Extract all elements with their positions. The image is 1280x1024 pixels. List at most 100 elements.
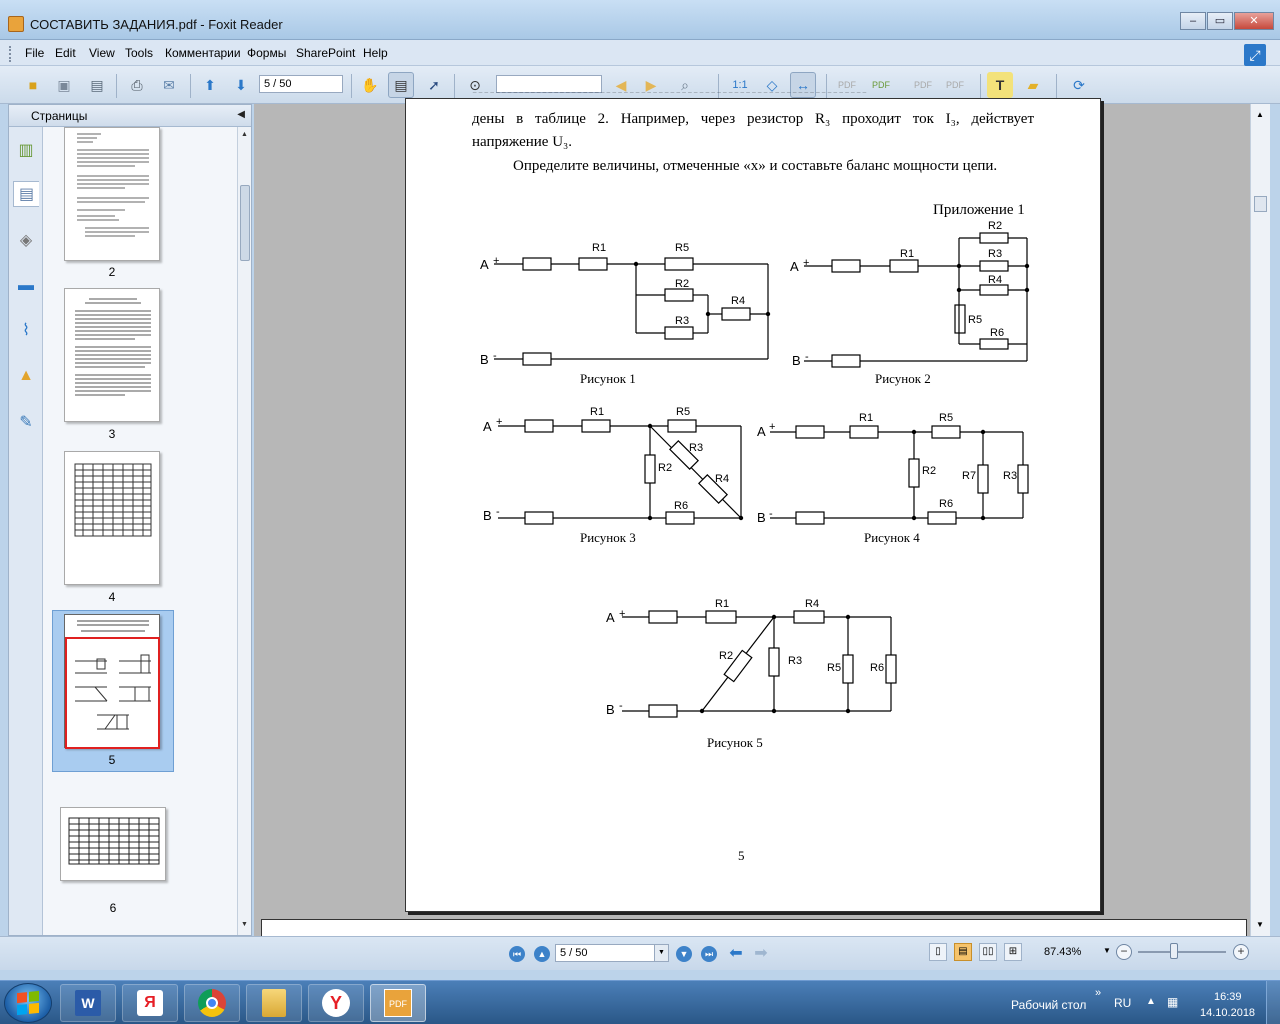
search-input[interactable] — [496, 75, 602, 93]
scroll-down-icon[interactable]: ▼ — [241, 921, 248, 928]
attachments-tab-icon[interactable]: ⌇ — [13, 317, 39, 343]
fig5-r4-label: R4 — [805, 598, 819, 610]
fig4-r3-label: R3 — [1003, 470, 1017, 482]
tray-expand-icon[interactable]: ▲ — [1146, 996, 1156, 1007]
facing-view-icon[interactable]: ▯▯ — [979, 943, 997, 961]
clock-date[interactable]: 14.10.2018 — [1200, 1007, 1255, 1019]
thumbnail-page-4[interactable] — [64, 451, 160, 585]
thumbnail-page-6[interactable] — [60, 807, 166, 881]
fig4-r5-label: R5 — [939, 412, 953, 424]
zoom-out-icon[interactable]: − — [1116, 944, 1132, 960]
windows-taskbar: W Я Y PDF Рабочий стол » RU ▲ ▦ 16:39 14… — [0, 980, 1280, 1024]
hand-tool-icon[interactable]: ✋ — [357, 72, 383, 98]
taskbar-foxit-reader[interactable]: PDF — [370, 984, 426, 1022]
menu-sharepoint[interactable]: SharePoint — [296, 46, 355, 60]
fig4-r6-label: R6 — [939, 498, 953, 510]
thumbnail-page-4-content — [74, 463, 152, 537]
fig5-r5-label: R5 — [827, 662, 841, 674]
collapse-sidebar-icon[interactable]: ◀ — [237, 109, 245, 120]
fig1-plus: + — [493, 255, 499, 267]
doc-scroll-down-icon[interactable]: ▼ — [1256, 920, 1264, 929]
status-page-input[interactable]: 5 / 50 ▼ — [555, 944, 669, 962]
status-prev-page-icon[interactable]: ▲ — [534, 946, 550, 962]
email-icon[interactable]: ✉ — [156, 72, 182, 98]
minimize-button[interactable]: – — [1180, 12, 1206, 30]
pages-tab-icon[interactable]: ▤ — [13, 181, 39, 207]
doc-scroll-thumb[interactable] — [1254, 196, 1267, 212]
show-desktop-button[interactable] — [1266, 981, 1280, 1024]
menu-view[interactable]: View — [89, 46, 115, 60]
taskbar-chrome[interactable] — [184, 984, 240, 1022]
taskbar-yandex-browser[interactable]: Я — [122, 984, 178, 1022]
desktop-label[interactable]: Рабочий стол — [1011, 998, 1086, 1012]
menu-forms[interactable]: Формы — [247, 46, 286, 60]
clock-time[interactable]: 16:39 — [1214, 991, 1242, 1003]
close-button[interactable]: ✕ — [1234, 12, 1274, 30]
figure-3-caption: Рисунок 3 — [580, 530, 636, 545]
fullscreen-expand-icon[interactable]: ⤢ — [1244, 44, 1266, 66]
thumbnail-page-5[interactable] — [64, 614, 160, 749]
fig5-terminal-b: B — [606, 702, 615, 717]
zoom-slider-track[interactable] — [1138, 951, 1226, 953]
save-as-icon[interactable]: ▤ — [84, 72, 110, 98]
go-back-icon[interactable]: ⬅ — [728, 946, 744, 962]
sidebar-scroll-thumb[interactable] — [240, 185, 250, 261]
fig2-minus: - — [805, 351, 809, 363]
windows-logo-icon — [17, 990, 39, 1016]
taskbar-explorer[interactable] — [246, 984, 302, 1022]
previous-page-icon[interactable]: ⬆ — [197, 72, 223, 98]
thumbnail-page-5-content — [65, 620, 160, 749]
layers-tab-icon[interactable]: ◈ — [13, 227, 39, 253]
document-viewport: ▪▪▪▪▪▪▪▪▪▪▪▪▪▪▪▪▪▪▪▪▪▪▪▪▪▪▪▪▪▪▪▪▪▪▪▪▪▪▪▪… — [254, 92, 1270, 937]
continuous-facing-view-icon[interactable]: ⊞ — [1004, 943, 1022, 961]
foxit-icon: PDF — [384, 989, 412, 1017]
menu-file[interactable]: File — [25, 46, 44, 60]
menu-help[interactable]: Help — [363, 46, 388, 60]
last-page-icon[interactable]: ⏭ — [701, 946, 717, 962]
zoom-dropdown-icon[interactable]: ▼ — [1103, 946, 1111, 955]
save-icon[interactable]: ▣ — [51, 72, 77, 98]
menu-edit[interactable]: Edit — [55, 46, 76, 60]
thumbnail-page-3[interactable] — [64, 288, 160, 422]
document-scrollbar[interactable]: ▲ ▼ — [1250, 104, 1270, 936]
select-arrow-icon[interactable]: ➚ — [421, 72, 447, 98]
comments-tab-icon[interactable]: ▬ — [13, 273, 39, 299]
continuous-view-icon[interactable]: ▤ — [954, 943, 972, 961]
fig1-r5-label: R5 — [675, 242, 689, 254]
fig1-r2-label: R2 — [675, 278, 689, 290]
print-icon[interactable]: ⎙ — [124, 72, 150, 98]
zoom-slider-knob[interactable] — [1170, 943, 1178, 959]
doc-scroll-up-icon[interactable]: ▲ — [1256, 110, 1264, 119]
language-indicator[interactable]: RU — [1114, 996, 1131, 1010]
open-folder-icon[interactable]: ■ — [20, 72, 46, 98]
page-dropdown-icon[interactable]: ▼ — [654, 945, 668, 961]
chrome-icon — [198, 989, 226, 1017]
taskbar-word[interactable]: W — [60, 984, 116, 1022]
select-text-icon[interactable]: ▤ — [388, 72, 414, 98]
zoom-in-icon[interactable]: + — [1233, 944, 1249, 960]
fig1-terminal-a: A — [480, 257, 489, 272]
security-tab-icon[interactable]: ▲ — [13, 363, 39, 389]
scroll-up-icon[interactable]: ▲ — [241, 131, 248, 138]
first-page-icon[interactable]: ⏮ — [509, 946, 525, 962]
status-next-page-icon[interactable]: ▼ — [676, 946, 692, 962]
restore-button[interactable]: ▭ — [1207, 12, 1233, 30]
signature-tab-icon[interactable]: ✎ — [13, 409, 39, 435]
single-page-view-icon[interactable]: ▯ — [929, 943, 947, 961]
next-page-icon[interactable]: ⬇ — [228, 72, 254, 98]
foxit-update-icon[interactable]: ⟳ — [1066, 72, 1092, 98]
start-button[interactable] — [4, 983, 52, 1023]
sidebar-scrollbar[interactable]: ▲ ▼ — [237, 127, 251, 935]
menu-tools[interactable]: Tools — [125, 46, 153, 60]
word-icon: W — [75, 990, 101, 1016]
thumbnail-page-2[interactable] — [64, 127, 160, 261]
zoom-value[interactable]: 87.43% — [1044, 946, 1081, 958]
menu-comments[interactable]: Комментарии — [165, 46, 241, 60]
desktop-chevron[interactable]: » — [1095, 987, 1101, 999]
bookmarks-tab-icon[interactable]: ▥ — [13, 137, 39, 163]
go-forward-icon[interactable]: ➡ — [753, 946, 769, 962]
fig1-terminal-b: B — [480, 352, 489, 367]
network-icon[interactable]: ▦ — [1167, 995, 1178, 1009]
page-number-input[interactable]: 5 / 50 — [259, 75, 343, 93]
taskbar-yandex[interactable]: Y — [308, 984, 364, 1022]
